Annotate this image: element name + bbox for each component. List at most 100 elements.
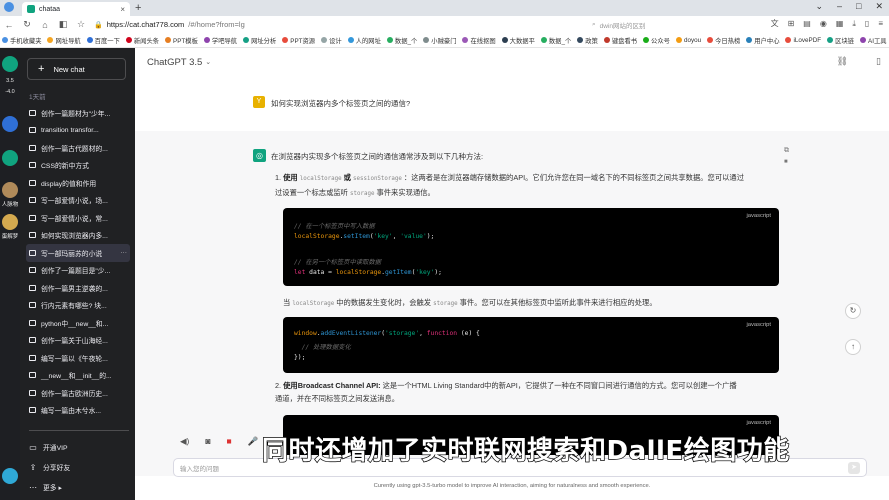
bookmark-item[interactable]: 公众号	[643, 36, 670, 45]
chatgpt-ext-icon[interactable]	[2, 56, 18, 72]
chat-history-item[interactable]: 创作一篇关于山海经...	[26, 332, 130, 350]
browser-search-box[interactable]: ⌕ dwin网站的区别	[592, 18, 742, 31]
refresh-icon[interactable]: ↻	[22, 19, 32, 30]
microphone-icon[interactable]: 🎤	[248, 436, 259, 447]
vip-button[interactable]: ▭ 开通VIP	[29, 437, 129, 457]
bookmark-item[interactable]: PPT资源	[282, 36, 315, 45]
link-icon[interactable]: ⛓	[837, 56, 848, 67]
tab-search-icon[interactable]: ⌄	[815, 1, 823, 12]
chat-history-item[interactable]: CSS的新中方式	[26, 157, 130, 175]
reader-icon[interactable]: ▤	[803, 19, 811, 28]
bookmark-item[interactable]: 网址分析	[243, 36, 276, 45]
ext-avatar-icon[interactable]	[2, 214, 18, 230]
home-icon[interactable]: ⌂	[40, 20, 50, 30]
extension-icon[interactable]: ◧	[58, 19, 68, 30]
chat-history-item[interactable]: 编写一篇以《午夜轮...	[26, 349, 130, 367]
scroll-top-icon[interactable]: ↑	[845, 339, 861, 355]
camera-icon[interactable]: ◙	[205, 436, 210, 447]
chat-history-item[interactable]: 创作一篇古欧洲历史...	[26, 384, 130, 402]
bookmark-item[interactable]: 今日热榜	[707, 36, 740, 45]
maximize-button[interactable]: □	[856, 1, 861, 12]
chat-history-item[interactable]: 如何实现浏览器内多...	[26, 227, 130, 245]
chat-history-item[interactable]: __new__和__init__的...	[26, 367, 130, 385]
speaker-icon[interactable]: ◀)	[180, 436, 189, 447]
chat-history-item[interactable]: 写一部爱情小说，常...	[26, 209, 130, 227]
bookmark-star-icon[interactable]: ☆	[76, 19, 86, 30]
chat-history-item[interactable]: 编写一篇由木兮水...	[26, 402, 130, 420]
chat-history-item[interactable]: display的值和作用	[26, 174, 130, 192]
game-icon[interactable]: ◉	[820, 19, 827, 28]
bookmark-item[interactable]: 人的网址	[347, 36, 381, 45]
chevron-down-icon[interactable]: ⌄	[205, 58, 211, 66]
bookmark-item[interactable]: 小贼豪门	[423, 36, 456, 45]
chat-history-item[interactable]: 创作一篇古代题材的...	[26, 139, 130, 157]
panel-icon[interactable]: ▯	[876, 56, 881, 67]
minimize-button[interactable]: –	[837, 1, 842, 12]
bookmark-item[interactable]: 大数据平	[501, 36, 535, 45]
chat-title: display的值和作用	[41, 180, 97, 188]
bookmark-item[interactable]: 键盘看书	[603, 36, 637, 45]
bookmark-item[interactable]: 新闻头条	[125, 36, 159, 45]
bookmark-favicon-icon	[165, 37, 172, 43]
browser-profile-icon[interactable]	[4, 2, 14, 12]
user-question: 如何实现浏览器内多个标签页之间的通信?	[271, 99, 411, 108]
chat-title: 创作一篇关于山海经...	[41, 338, 108, 346]
copy-icon[interactable]: ⧉	[784, 147, 789, 155]
share-button[interactable]: ⇪ 分享好友	[29, 457, 129, 477]
bookmark-favicon-icon	[540, 37, 547, 43]
chat-history-item[interactable]: 创作一篇男主逆袭的...	[26, 279, 130, 297]
chat-history-item[interactable]: 写一部爱情小说，场...	[26, 192, 130, 210]
grid-icon[interactable]: ⊞	[788, 19, 795, 28]
code-line: });	[294, 354, 306, 361]
ext-avatar-icon[interactable]	[2, 182, 18, 198]
bookmark-item[interactable]: 区块链	[827, 36, 854, 45]
new-tab-button[interactable]: +	[135, 2, 141, 14]
download-icon[interactable]: ⤓	[852, 19, 856, 29]
back-icon[interactable]: ←	[4, 20, 14, 30]
translate-icon[interactable]: 文	[771, 18, 779, 29]
chat-history-item[interactable]: 行内元素有哪些? 块...	[26, 297, 130, 315]
menu-icon[interactable]: ≡	[878, 19, 883, 28]
sidebar-footer: ▭ 开通VIP ⇪ 分享好友 ⋯ 更多 ▸	[29, 430, 129, 497]
chat-history-item[interactable]: 写一部玛丽苏的小说 ···	[26, 244, 130, 262]
url-field[interactable]: 🔒 https://cat.chat778.com/#/home?from=lg	[94, 20, 245, 29]
bookmark-item[interactable]: iLovePDF	[785, 37, 821, 44]
close-window-button[interactable]: ✕	[875, 1, 883, 12]
ext-bottom-icon[interactable]	[2, 468, 18, 484]
bookmark-item[interactable]: 在线抠图	[462, 36, 496, 45]
sidebar-icon[interactable]: ▯	[865, 19, 869, 28]
bookmark-item[interactable]: doyou	[675, 37, 701, 44]
bookmark-favicon-icon	[86, 37, 93, 43]
bookmark-item[interactable]: 用户中心	[746, 36, 779, 45]
bookmark-item[interactable]: AI工具	[860, 36, 887, 45]
send-button[interactable]: ➤	[848, 462, 860, 474]
ext-icon[interactable]	[2, 150, 18, 166]
ext-icon[interactable]	[2, 116, 18, 132]
bookmark-item[interactable]: PPT模板	[165, 36, 198, 45]
chat-title: 写一部玛丽苏的小说	[41, 250, 103, 258]
bookmark-item[interactable]: 百度一下	[86, 36, 120, 45]
bookmark-item[interactable]: 手机收藏夹	[2, 36, 41, 45]
regenerate-icon[interactable]: ↻	[845, 303, 861, 319]
chat-history-item[interactable]: 创作一篇题材为"少年...	[26, 104, 130, 122]
chat-history-item[interactable]: transition transfor...	[26, 122, 130, 140]
bookmark-item[interactable]: 设计	[321, 36, 342, 45]
bookmark-item[interactable]: 网址导航	[47, 36, 81, 45]
chat-history-item[interactable]: python中__new__和...	[26, 314, 130, 332]
tab-close-icon[interactable]: ×	[120, 5, 125, 14]
bookmark-item[interactable]: 数据_个	[540, 36, 571, 45]
apps-icon[interactable]: ▦	[836, 19, 844, 28]
browser-tab[interactable]: chataa ×	[22, 2, 130, 16]
bookmark-item[interactable]: 数据_个	[386, 36, 417, 45]
more-button[interactable]: ⋯ 更多 ▸	[29, 477, 129, 497]
new-chat-button[interactable]: + New chat	[27, 58, 126, 80]
plus-icon: +	[38, 63, 45, 75]
feedback-icon[interactable]: ■	[784, 159, 788, 165]
bookmark-item[interactable]: 学吧导航	[203, 36, 237, 45]
chat-history-item[interactable]: 创作了一篇题目是"少...	[26, 262, 130, 280]
chat-options-icon[interactable]: ···	[120, 249, 130, 256]
bookmark-item[interactable]: 政策	[577, 36, 598, 45]
record-icon[interactable]: ■	[227, 436, 232, 447]
model-selector[interactable]: ChatGPT 3.5	[147, 57, 202, 68]
chat-history-list: 创作一篇题材为"少年... transition transfor... 创作一篇古…	[26, 104, 130, 419]
